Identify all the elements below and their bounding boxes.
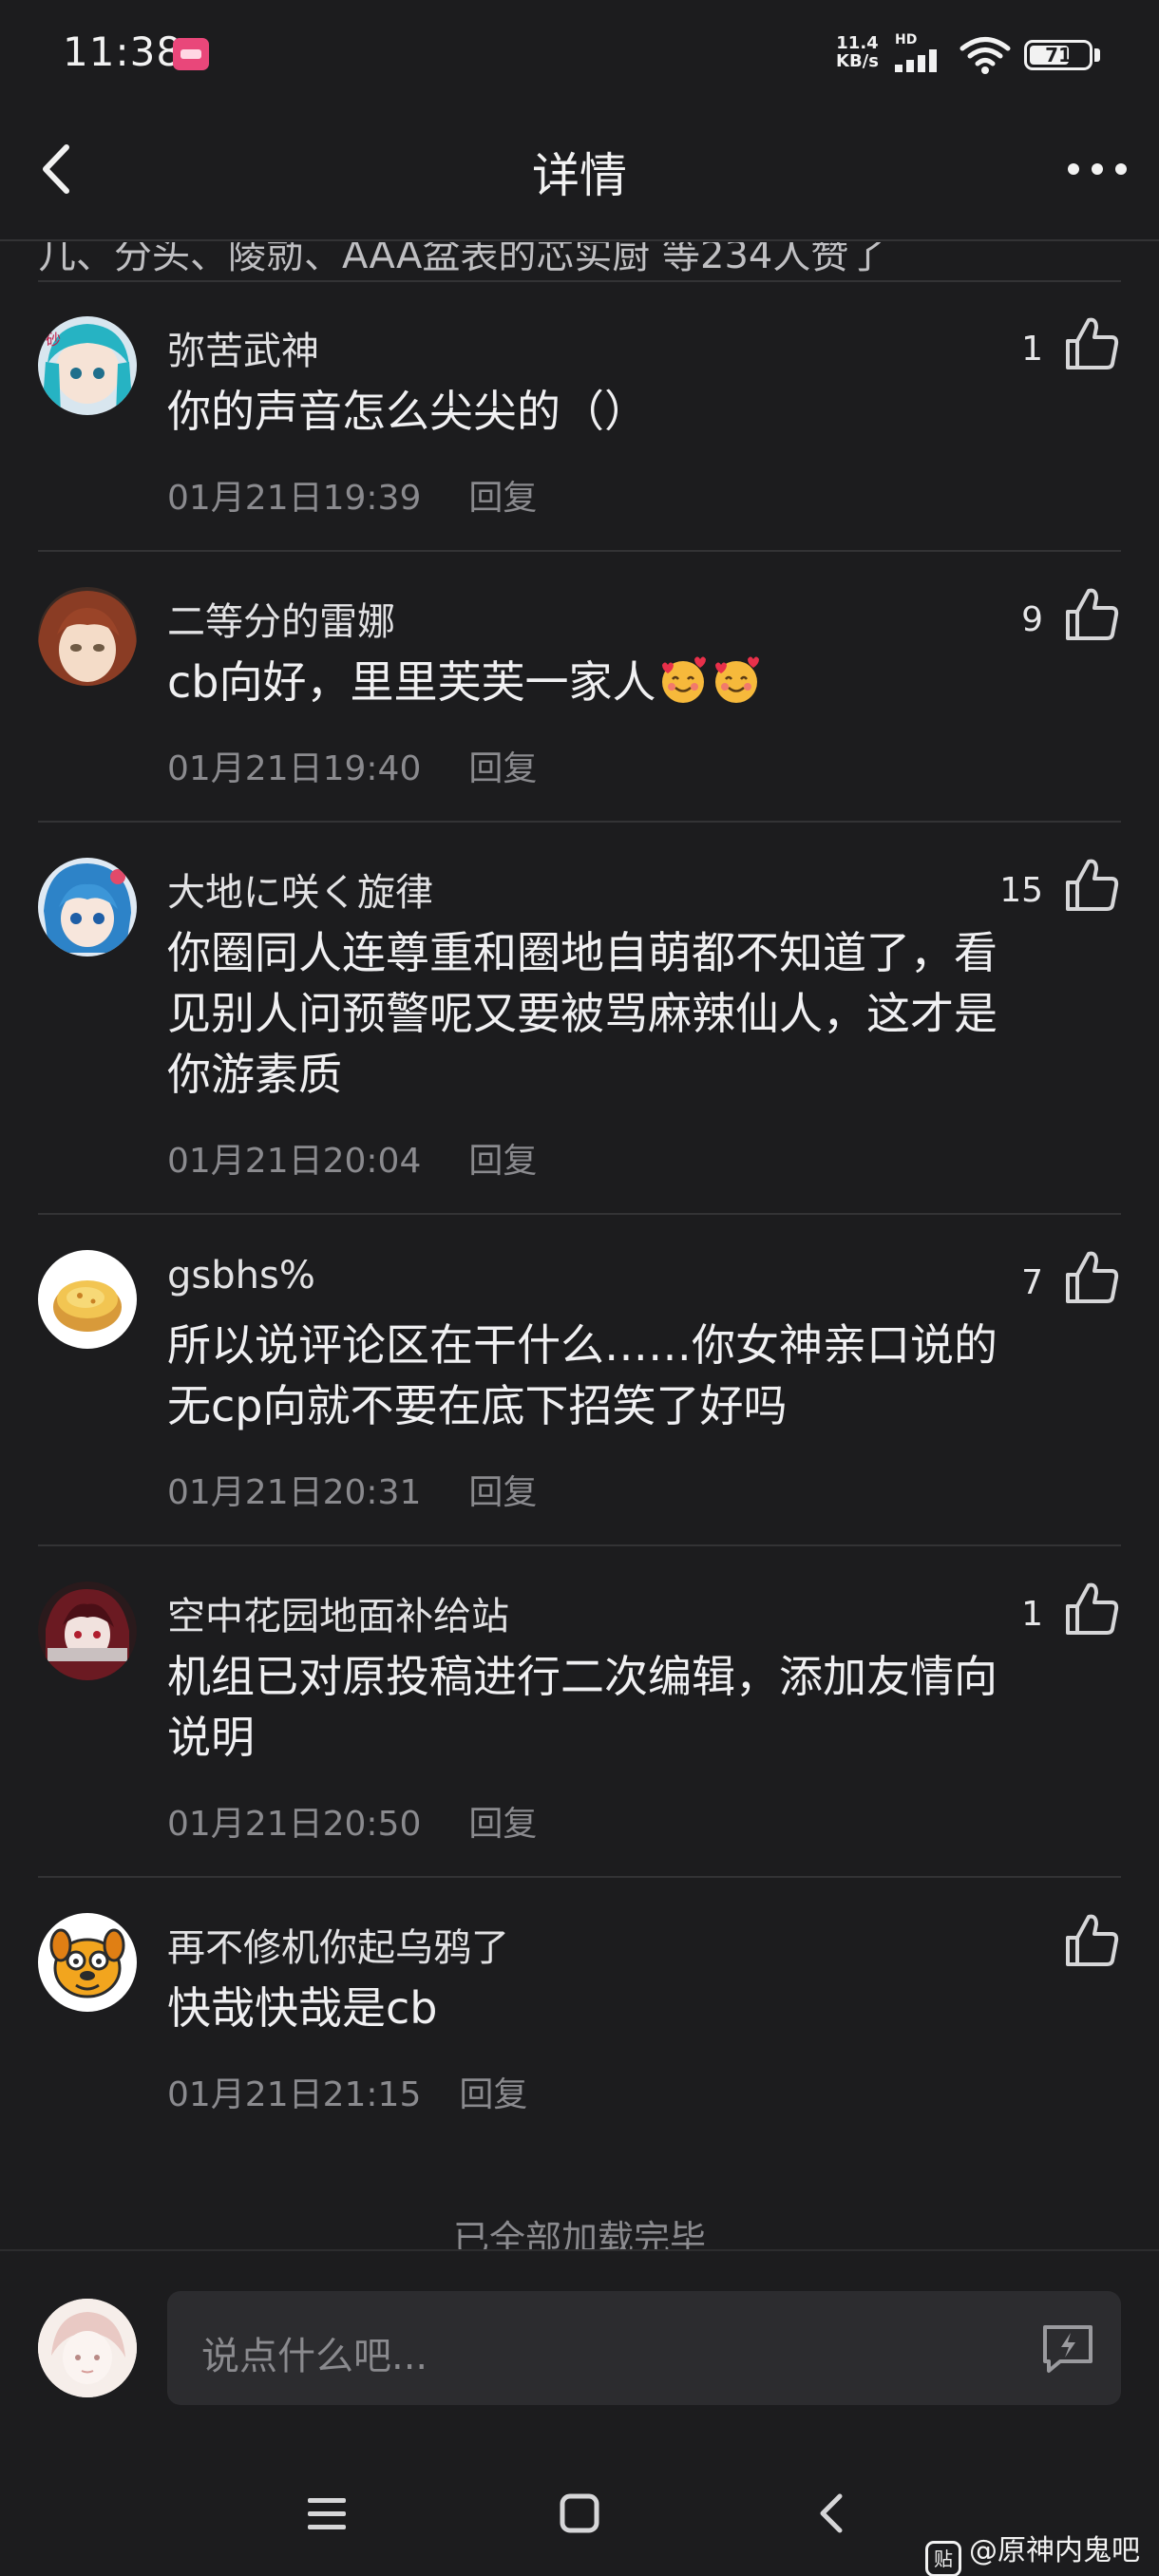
battery-icon: 71 xyxy=(1024,40,1092,70)
comment-text: cb向好，里里芙芙一家人 xyxy=(167,652,1022,712)
like-count: 9 xyxy=(1021,600,1043,639)
like-thumb-icon[interactable] xyxy=(1062,585,1123,646)
reply-button[interactable]: 回复 xyxy=(468,749,537,788)
hd-label: HD xyxy=(895,32,918,47)
tieba-logo-icon: 贴 xyxy=(925,2541,961,2576)
comment-time: 01月21日20:50 xyxy=(167,1805,422,1844)
avatar[interactable] xyxy=(38,587,137,686)
like-thumb-icon[interactable] xyxy=(1062,856,1123,917)
nav-divider xyxy=(0,239,1159,241)
comment-time: 01月21日19:39 xyxy=(167,479,422,518)
comment-username[interactable]: gsbhs% xyxy=(167,1254,315,1297)
comment-input[interactable]: 说点什么吧... xyxy=(167,2291,1121,2405)
comment-input-bar: 说点什么吧... xyxy=(0,2249,1159,2405)
comment-text: 快哉快哉是cb xyxy=(167,1982,438,2034)
comment-meta: 01月21日20:04 回复 xyxy=(167,1133,537,1183)
avatar[interactable] xyxy=(38,1250,137,1349)
reply-button[interactable]: 回复 xyxy=(468,1805,537,1844)
comment-text: 机组已对原投稿进行二次编辑，添加友情向说明 xyxy=(167,1651,998,1763)
like-thumb-icon[interactable] xyxy=(1062,314,1123,375)
comment-meta: 01月21日20:31 回复 xyxy=(167,1465,537,1514)
comment-meta: 01月21日19:40 回复 xyxy=(167,741,537,790)
comment-text: 你的声音怎么尖尖的（） xyxy=(167,386,648,437)
battery-percent: 71 xyxy=(1045,44,1072,66)
comment-meta: 01月21日19:39 回复 xyxy=(167,470,537,520)
divider xyxy=(38,280,1121,282)
avatar[interactable] xyxy=(38,1913,137,2012)
reply-button[interactable]: 回复 xyxy=(468,1142,537,1181)
divider xyxy=(38,550,1121,552)
watermark-text: @原神内鬼吧 xyxy=(969,2534,1140,2567)
comment-username[interactable]: 弥苦武神 xyxy=(167,320,319,375)
home-icon[interactable] xyxy=(551,2485,608,2542)
like-thumb-icon[interactable] xyxy=(1062,1248,1123,1309)
smiling-hearts-emoji-icon xyxy=(661,656,706,703)
signal-icon xyxy=(895,49,937,72)
like-count: 1 xyxy=(1021,330,1043,369)
comment-username[interactable]: 空中花园地面补给站 xyxy=(167,1585,509,1640)
comment-time: 01月21日21:15 xyxy=(167,2075,422,2114)
comment-meta: 01月21日21:15 回复 xyxy=(167,2067,527,2116)
divider xyxy=(38,1876,1121,1878)
comment-time: 01月21日20:31 xyxy=(167,1473,422,1512)
watermark: 贴 @原神内鬼吧 xyxy=(925,2527,1140,2576)
reply-button[interactable]: 回复 xyxy=(468,479,537,518)
reply-button[interactable]: 回复 xyxy=(468,1473,537,1512)
like-thumb-icon[interactable] xyxy=(1062,1911,1123,1972)
battery-cap xyxy=(1094,48,1100,62)
quick-reply-icon[interactable] xyxy=(1039,2321,1096,2375)
avatar[interactable] xyxy=(38,858,137,957)
my-avatar[interactable] xyxy=(38,2299,137,2397)
comment-username[interactable]: 大地に咲く旋律 xyxy=(167,862,433,917)
reply-button[interactable]: 回复 xyxy=(459,2075,527,2114)
avatar[interactable] xyxy=(38,1582,137,1680)
like-count: 1 xyxy=(1021,1595,1043,1634)
status-bar: 11:38 11.4 KB/s HD 71 xyxy=(0,0,1159,109)
avatar[interactable]: 砂 xyxy=(38,316,137,415)
comment-text: 所以说评论区在干什么……你女神亲口说的无cp向就不要在底下招笑了好吗 xyxy=(167,1319,998,1431)
comment-username[interactable]: 再不修机你起乌鸦了 xyxy=(167,1917,509,1972)
network-speed: 11.4 KB/s xyxy=(836,33,879,71)
app-notification-icon xyxy=(173,38,209,70)
like-thumb-icon[interactable] xyxy=(1062,1580,1123,1640)
navigation-bar: 详情 xyxy=(0,109,1159,242)
status-time: 11:38 xyxy=(63,28,183,75)
comment-time: 01月21日20:04 xyxy=(167,1142,422,1181)
menu-icon[interactable] xyxy=(298,2485,355,2542)
page-title: 详情 xyxy=(532,148,627,203)
wifi-icon xyxy=(960,37,1011,74)
comment-username[interactable]: 二等分的雷娜 xyxy=(167,591,395,646)
divider xyxy=(38,1213,1121,1215)
comment-text: 你圈同人连尊重和圈地自萌都不知道了，看见别人问预警呢又要被骂麻辣仙人，这才是你游… xyxy=(167,927,998,1100)
smiling-hearts-emoji-icon xyxy=(714,656,759,703)
comment-input-placeholder: 说点什么吧... xyxy=(201,2335,428,2378)
comment-meta: 01月21日20:50 回复 xyxy=(167,1796,537,1846)
divider xyxy=(38,1544,1121,1546)
like-count: 7 xyxy=(1021,1263,1043,1302)
system-back-icon[interactable] xyxy=(804,2485,861,2542)
more-options-button[interactable] xyxy=(1064,155,1130,183)
like-count: 15 xyxy=(999,871,1043,910)
svg-text:砂: 砂 xyxy=(46,331,61,349)
comment-time: 01月21日19:40 xyxy=(167,749,422,788)
divider xyxy=(38,821,1121,823)
